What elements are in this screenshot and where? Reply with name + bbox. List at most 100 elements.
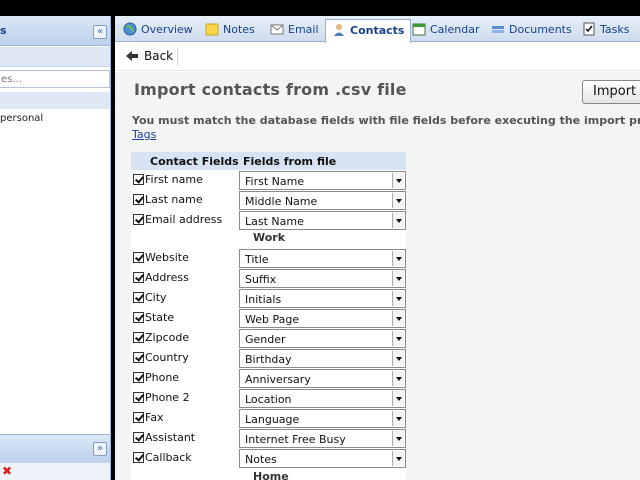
chevron-down-icon[interactable] — [392, 391, 404, 406]
chevron-down-icon[interactable] — [392, 291, 404, 306]
search-input[interactable] — [0, 70, 110, 88]
file-field-value: Web Page — [245, 313, 300, 326]
field-checkbox[interactable] — [133, 332, 144, 343]
file-field-select[interactable]: Location — [239, 389, 406, 408]
toolbar-divider — [177, 48, 178, 66]
tab-tasks[interactable]: Tasks — [576, 19, 635, 42]
tab-email[interactable]: Email — [264, 19, 325, 42]
envelope-icon — [270, 24, 284, 35]
chevron-down-icon[interactable] — [392, 193, 404, 208]
chevron-down-icon[interactable] — [392, 271, 404, 286]
back-arrow-icon — [126, 51, 138, 61]
column-header-contact-fields: Contact Fields — [150, 155, 239, 168]
person-icon — [334, 24, 344, 36]
field-checkbox[interactable] — [133, 312, 144, 323]
field-checkbox[interactable] — [133, 214, 144, 225]
table-row: City Initials — [131, 289, 406, 309]
field-checkbox[interactable] — [133, 252, 144, 263]
file-field-value: Middle Name — [245, 195, 318, 208]
file-field-select[interactable]: Gender — [239, 329, 406, 348]
chevron-down-icon[interactable] — [392, 351, 404, 366]
file-field-value: Anniversary — [245, 373, 311, 386]
contact-field-label: First name — [145, 173, 203, 186]
field-checkbox[interactable] — [133, 412, 144, 423]
field-checkbox[interactable] — [133, 174, 144, 185]
tab-overview[interactable]: Overview — [117, 19, 199, 42]
field-checkbox[interactable] — [133, 352, 144, 363]
tab-calendar[interactable]: Calendar — [406, 19, 485, 42]
table-row: Email address Last Name — [131, 211, 406, 231]
sidebar-toolbar — [0, 47, 110, 67]
file-field-value: Initials — [245, 293, 282, 306]
chevron-down-icon[interactable] — [392, 173, 404, 188]
contact-field-label: City — [145, 291, 167, 304]
field-checkbox[interactable] — [133, 194, 144, 205]
collapse-icon[interactable]: « — [93, 25, 107, 39]
file-field-value: Title — [245, 253, 269, 266]
tags-link[interactable]: Tags — [132, 128, 156, 141]
table-row: Country Birthday — [131, 349, 406, 369]
field-checkbox[interactable] — [133, 452, 144, 463]
contact-field-label: Zipcode — [145, 331, 190, 344]
tab-notes[interactable]: Notes — [199, 19, 261, 42]
file-field-select[interactable]: Internet Free Busy — [239, 429, 406, 448]
group-label-work: Work — [253, 231, 286, 244]
tab-label: Calendar — [430, 23, 480, 36]
chevron-down-icon[interactable] — [392, 371, 404, 386]
tab-documents[interactable]: Documents — [485, 19, 578, 42]
file-field-select[interactable]: Title — [239, 249, 406, 268]
instruction-text: You must match the database fields with … — [132, 114, 640, 127]
field-checkbox[interactable] — [133, 292, 144, 303]
field-checkbox[interactable] — [133, 272, 144, 283]
table-row: State Web Page — [131, 309, 406, 329]
chevron-down-icon[interactable] — [392, 411, 404, 426]
chevron-down-icon[interactable] — [392, 251, 404, 266]
page-title: Import contacts from .csv file — [134, 80, 407, 99]
calendar-icon — [412, 23, 426, 36]
contact-field-label: Email address — [145, 213, 223, 226]
file-field-select[interactable]: Birthday — [239, 349, 406, 368]
chevron-down-icon[interactable] — [392, 431, 404, 446]
file-field-select[interactable]: Initials — [239, 289, 406, 308]
file-field-select[interactable]: Web Page — [239, 309, 406, 328]
sidebar-item-selected[interactable] — [0, 92, 110, 109]
field-mapping-table: Contact Fields Fields from file First na… — [131, 152, 406, 480]
field-checkbox[interactable] — [133, 372, 144, 383]
tab-label: Overview — [141, 23, 193, 36]
contact-field-label: Phone — [145, 371, 180, 384]
group-row-work: Work — [131, 230, 406, 250]
file-field-select[interactable]: Language — [239, 409, 406, 428]
expand-icon[interactable]: » — [93, 442, 107, 456]
sidebar-header: s « — [0, 16, 110, 46]
table-row: Assistant Internet Free Busy — [131, 429, 406, 449]
file-field-select[interactable]: Anniversary — [239, 369, 406, 388]
main-panel: Overview Notes Email Contacts Calendar D… — [115, 16, 640, 480]
note-icon — [205, 23, 219, 36]
file-field-value: Last Name — [245, 215, 304, 228]
table-row: Callback Notes — [131, 449, 406, 469]
back-label: Back — [144, 49, 174, 63]
tab-label: Notes — [223, 23, 255, 36]
tab-bar: Overview Notes Email Contacts Calendar D… — [115, 16, 640, 43]
chevron-down-icon[interactable] — [392, 311, 404, 326]
sidebar: s « personal » ✖ — [0, 16, 111, 480]
file-field-select[interactable]: Middle Name — [239, 191, 406, 210]
chevron-down-icon[interactable] — [392, 331, 404, 346]
file-field-value: Language — [245, 413, 300, 426]
chevron-down-icon[interactable] — [392, 451, 404, 466]
back-button[interactable]: Back — [121, 47, 177, 67]
file-field-select[interactable]: First Name — [239, 171, 406, 190]
field-checkbox[interactable] — [133, 392, 144, 403]
file-field-select[interactable]: Suffix — [239, 269, 406, 288]
file-field-select[interactable]: Last Name — [239, 211, 406, 230]
sidebar-item-personal[interactable]: personal — [0, 113, 43, 124]
import-button[interactable]: Import — [582, 80, 640, 104]
contact-field-label: Phone 2 — [145, 391, 190, 404]
chevron-down-icon[interactable] — [392, 213, 404, 228]
content-area: Import contacts from .csv file Import Yo… — [115, 72, 640, 480]
delete-icon[interactable]: ✖ — [2, 465, 12, 477]
documents-icon — [492, 26, 504, 33]
field-checkbox[interactable] — [133, 432, 144, 443]
file-field-select[interactable]: Notes — [239, 449, 406, 468]
tab-contacts[interactable]: Contacts — [325, 19, 412, 43]
